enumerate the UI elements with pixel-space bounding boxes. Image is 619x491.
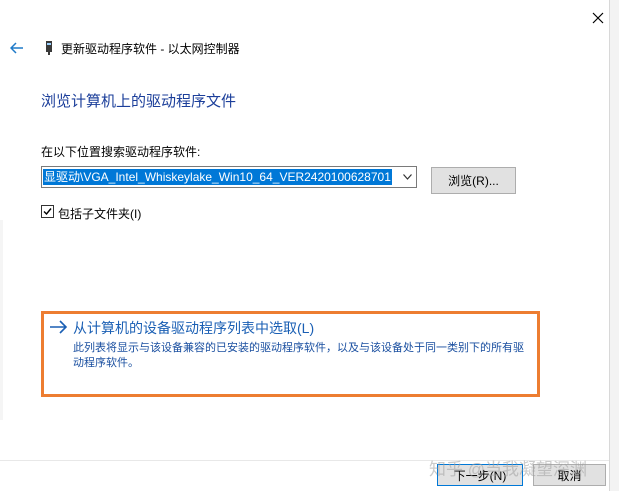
driver-path-input[interactable]: 显驱动\VGA_Intel_Whiskeylake_Win10_64_VER24…	[43, 169, 392, 185]
checkmark-icon	[43, 208, 52, 216]
page-heading: 浏览计算机上的驱动程序文件	[41, 93, 237, 110]
right-arrow-icon[interactable]	[48, 318, 70, 336]
close-button[interactable]	[584, 6, 612, 30]
window-title: 更新驱动程序软件 - 以太网控制器	[61, 42, 240, 56]
back-button[interactable]	[6, 38, 28, 58]
background-window-left-edge	[0, 220, 3, 420]
pick-from-list-link[interactable]: 从计算机的设备驱动程序列表中选取(L)	[73, 318, 314, 338]
network-adapter-icon	[46, 41, 52, 55]
watermark: 知乎 @当我凝望深渊	[429, 460, 587, 479]
include-subfolders-label[interactable]: 包括子文件夹(I)	[58, 205, 141, 222]
browse-button[interactable]: 浏览(R)...	[431, 167, 516, 194]
pick-from-list-description: 此列表将显示与该设备兼容的已安装的驱动程序软件，以及与该设备处于同一类别下的所有…	[73, 342, 524, 369]
include-subfolders-checkbox[interactable]	[41, 205, 54, 218]
combo-dropdown-button[interactable]	[399, 168, 415, 186]
driver-path-combobox[interactable]: 显驱动\VGA_Intel_Whiskeylake_Win10_64_VER24…	[41, 166, 417, 188]
search-location-label: 在以下位置搜索驱动程序软件:	[41, 145, 201, 159]
close-icon	[592, 12, 604, 24]
chevron-down-icon	[402, 174, 412, 180]
back-arrow-icon	[10, 42, 23, 54]
background-window-edge	[609, 0, 619, 491]
